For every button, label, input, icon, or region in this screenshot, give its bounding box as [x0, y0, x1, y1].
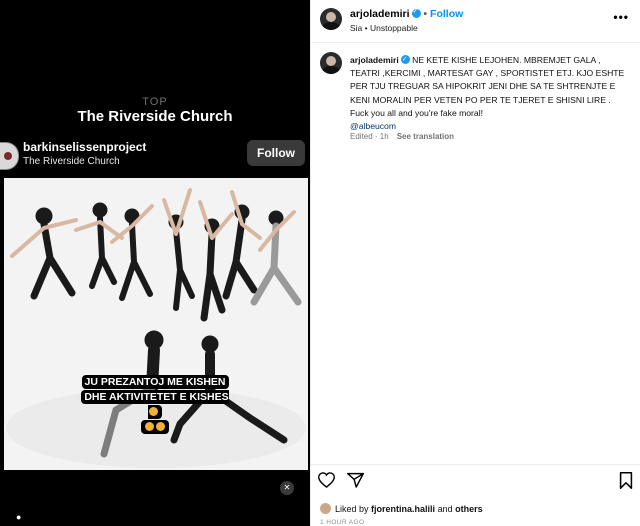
location-label: TOP [142, 96, 168, 108]
audio-track[interactable]: Sia • Unstoppable [350, 23, 418, 33]
follow-button[interactable]: Follow [430, 8, 463, 20]
author-avatar[interactable] [320, 8, 342, 30]
sticker-line-1: JU PREZANTOJ ME KISHEN [81, 375, 229, 389]
story-sticker-caption: JU PREZANTOJ ME KISHEN DHE AKTIVITETET E… [77, 375, 233, 435]
mention-link[interactable]: @albeucom [350, 121, 396, 131]
verified-badge-icon [400, 53, 410, 66]
comment-author-username[interactable]: arjolademiri [350, 55, 399, 65]
likes-summary: Liked by fjorentina.halili and others [320, 503, 483, 514]
mute-icon[interactable]: ✕ [280, 481, 294, 495]
separator-dot: • [423, 9, 428, 20]
share-icon[interactable] [347, 472, 364, 488]
media-panel[interactable]: TOP The Riverside Church barkinselissenp… [0, 0, 310, 526]
heart-icon[interactable] [318, 472, 335, 488]
see-translation-link[interactable]: See translation [397, 132, 454, 141]
liked-and: and [437, 504, 453, 514]
story-avatar[interactable] [0, 142, 19, 170]
smiling-face-icon [156, 422, 165, 431]
story-location[interactable]: The Riverside Church [23, 156, 120, 167]
comment-author-avatar[interactable] [320, 52, 342, 74]
edited-timestamp: Edited · 1h [350, 132, 389, 141]
smiling-face-icon [145, 422, 154, 431]
verified-badge-icon [411, 7, 421, 18]
story-header: barkinselissenproject The Riverside Chur… [0, 136, 310, 174]
sticker-line-2: DHE AKTIVITETET E KISHES [84, 391, 229, 403]
smiling-face-icon [149, 407, 158, 416]
caption-text: arjolademiri NE KETE KISHE LEJOHEN. MBRE… [350, 53, 630, 133]
comment-meta: Edited · 1h See translation [350, 132, 454, 141]
post-time: 1 HOUR AGO [320, 519, 365, 526]
liked-prefix: Liked by [335, 504, 369, 514]
actions-divider [311, 464, 640, 465]
more-horizontal-icon[interactable]: ••• [613, 10, 629, 24]
story-follow-button[interactable]: Follow [247, 140, 305, 166]
bookmark-icon[interactable] [619, 472, 633, 489]
story-username[interactable]: barkinselissenproject [23, 140, 146, 154]
author-username[interactable]: arjolademiri [350, 8, 410, 20]
user-tag-icon[interactable]: ● [16, 512, 21, 522]
post-header: arjolademiri •Follow Sia • Unstoppable ••… [311, 0, 640, 43]
author-line: arjolademiri •Follow [350, 7, 463, 20]
liker-username[interactable]: fjorentina.halili [371, 504, 435, 514]
location-title[interactable]: The Riverside Church [0, 108, 310, 125]
liker-avatar[interactable] [320, 503, 331, 514]
liked-others-link[interactable]: others [455, 504, 483, 514]
post-details-panel: arjolademiri •Follow Sia • Unstoppable ••… [311, 0, 640, 526]
